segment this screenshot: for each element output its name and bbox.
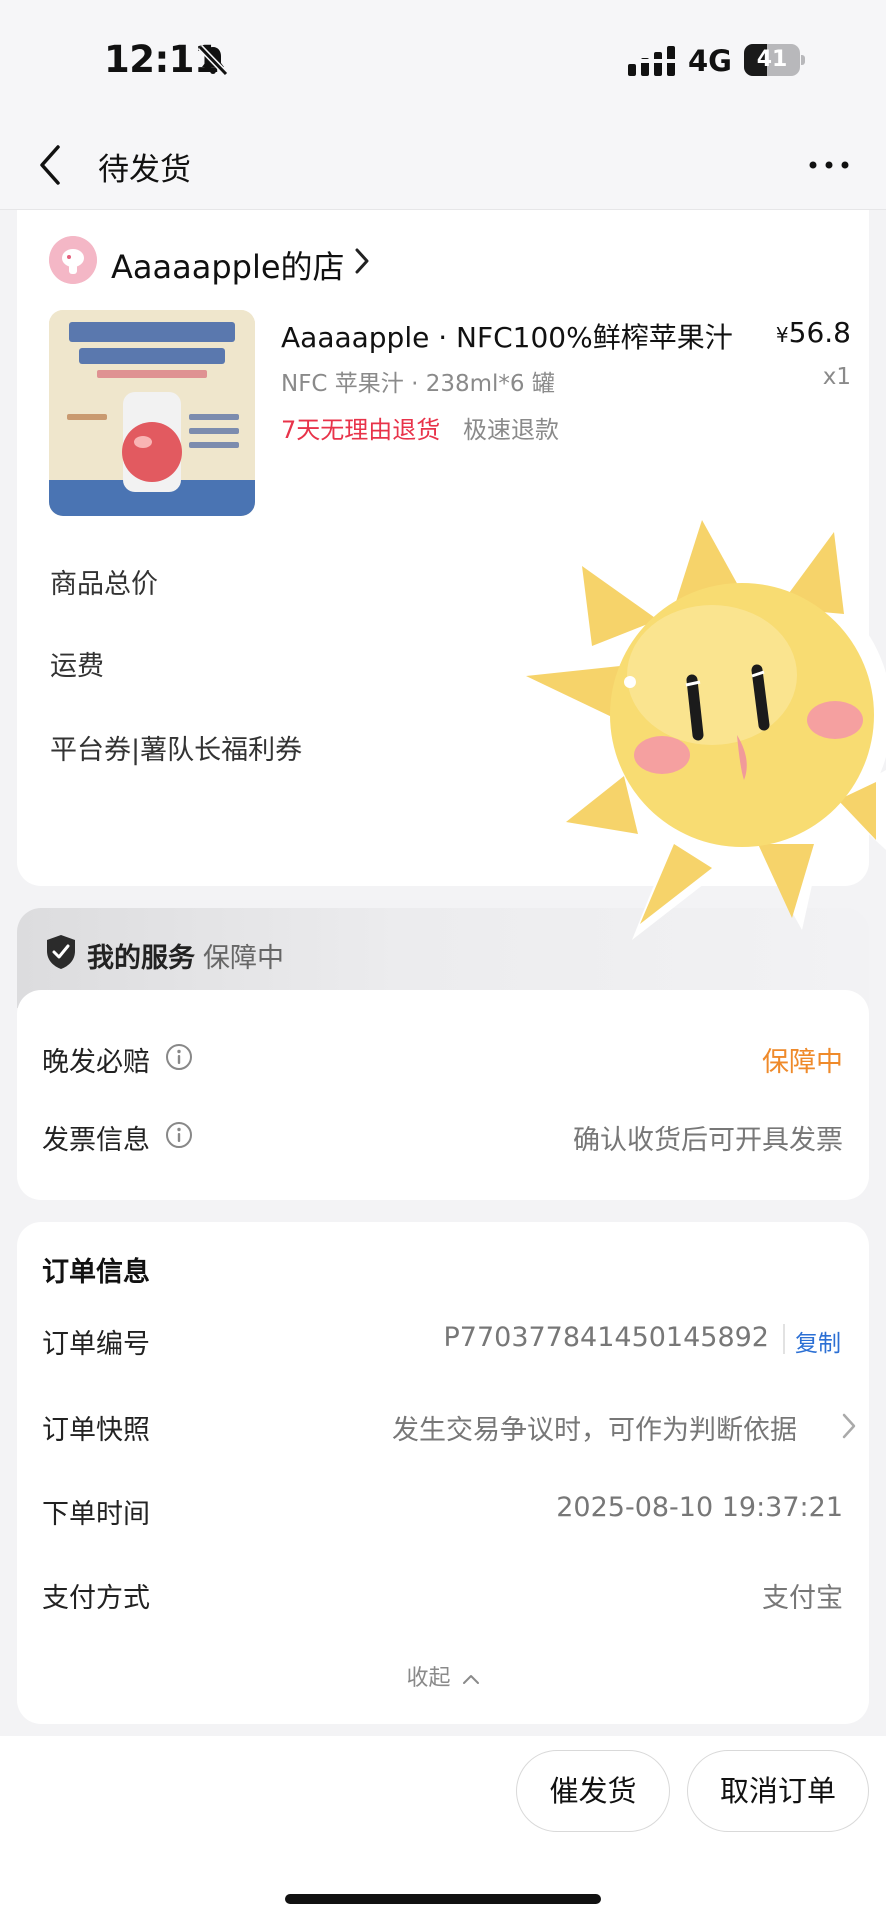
home-indicator[interactable] xyxy=(285,1894,601,1904)
product-spec: NFC 苹果汁 · 238ml*6 罐 xyxy=(281,371,555,397)
network-label: 4G xyxy=(688,44,732,78)
coupon-label: 平台券|薯队长福利券 xyxy=(50,735,303,766)
product-title[interactable]: Aaaaapple · NFC100%鲜榨苹果汁 xyxy=(281,316,761,356)
fast-refund-tag: 极速退款 xyxy=(463,416,559,444)
order-info-title: 订单信息 xyxy=(42,1257,150,1288)
refund-policy-tag: 7天无理由退货 xyxy=(281,416,441,444)
total-price-label: 商品总价 xyxy=(50,569,158,600)
nav-bar: 待发货 xyxy=(0,120,886,210)
invoice-label: 发票信息 xyxy=(42,1125,150,1156)
info-icon[interactable] xyxy=(165,1043,193,1071)
signal-icon xyxy=(628,46,676,76)
order-number-value: P770377841450145892 xyxy=(443,1322,770,1353)
order-time-value: 2025-08-10 19:37:21 xyxy=(556,1492,843,1523)
urge-shipment-button[interactable]: 催发货 xyxy=(516,1750,670,1832)
shipping-label: 运费 xyxy=(50,651,104,682)
late-delivery-label: 晚发必赔 xyxy=(42,1047,150,1078)
info-icon[interactable] xyxy=(165,1121,193,1149)
order-snapshot-label[interactable]: 订单快照 xyxy=(42,1408,150,1447)
collapse-label: 收起 xyxy=(406,1666,451,1691)
battery-level: 41 xyxy=(756,47,788,72)
order-snapshot-value[interactable]: 发生交易争议时，可作为判断依据 xyxy=(392,1408,797,1447)
order-info-card: 订单信息 订单编号 P770377841450145892 复制 订单快照 发生… xyxy=(17,1222,869,1724)
sun-sticker xyxy=(512,505,886,940)
chevron-up-icon xyxy=(462,1675,479,1684)
battery-icon: 41 xyxy=(744,44,806,76)
product-image[interactable] xyxy=(49,310,255,516)
late-delivery-value: 保障中 xyxy=(762,1047,843,1078)
more-icon[interactable] xyxy=(806,148,852,182)
service-status: 保障中 xyxy=(203,943,284,974)
store-avatar[interactable] xyxy=(49,236,97,284)
invoice-value: 确认收货后可开具发票 xyxy=(573,1125,843,1156)
status-bar: 12:11 4G 41 xyxy=(0,0,886,120)
product-price: ¥56.8 xyxy=(761,316,851,349)
service-card: 晚发必赔 保障中 发票信息 确认收货后可开具发票 xyxy=(17,990,869,1200)
chevron-right-icon[interactable] xyxy=(352,246,372,276)
price-symbol: ¥ xyxy=(775,323,789,347)
store-name[interactable]: Aaaaapple的店 xyxy=(111,242,345,288)
product-quantity: x1 xyxy=(822,364,851,390)
price-value: 56.8 xyxy=(788,316,851,349)
service-title: 我的服务 xyxy=(87,943,195,974)
copy-divider xyxy=(783,1324,785,1354)
order-number-label: 订单编号 xyxy=(42,1329,150,1360)
collapse-button[interactable]: 收起 xyxy=(17,1660,869,1692)
payment-method-label: 支付方式 xyxy=(42,1583,150,1614)
payment-method-value: 支付宝 xyxy=(762,1583,843,1614)
bottom-action-bar: 催发货 取消订单 xyxy=(0,1736,886,1920)
shield-icon xyxy=(47,935,75,969)
copy-button[interactable]: 复制 xyxy=(795,1324,841,1358)
cancel-order-button[interactable]: 取消订单 xyxy=(687,1750,869,1832)
mute-icon xyxy=(197,44,229,76)
chevron-right-icon[interactable] xyxy=(841,1412,857,1440)
order-time-label: 下单时间 xyxy=(42,1499,150,1530)
page-title: 待发货 xyxy=(98,152,191,188)
back-icon[interactable] xyxy=(36,142,66,188)
